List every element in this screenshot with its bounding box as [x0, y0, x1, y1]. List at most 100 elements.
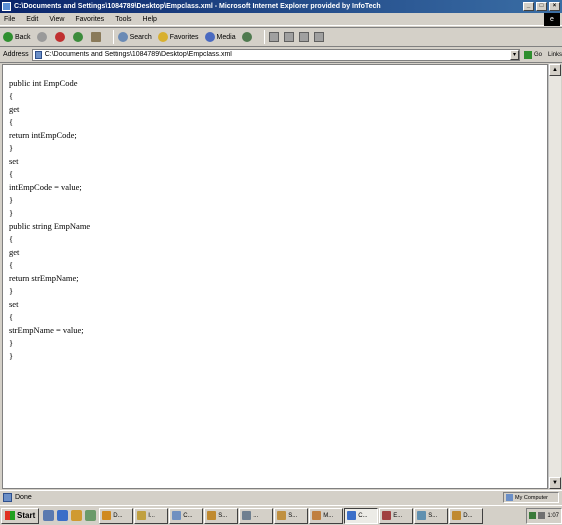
code-line: }: [9, 351, 14, 361]
menu-favorites[interactable]: Favorites: [75, 16, 104, 23]
start-button[interactable]: Start: [1, 507, 40, 524]
system-tray: 1:07: [526, 507, 562, 524]
code-line: {: [9, 234, 14, 244]
scroll-down-icon[interactable]: ▼: [549, 477, 561, 489]
links-button[interactable]: Links: [548, 52, 562, 58]
quicklaunch-desktop-icon[interactable]: [43, 510, 55, 521]
menu-view[interactable]: View: [49, 16, 64, 23]
menu-file[interactable]: File: [4, 16, 15, 23]
code-line: return strEmpName;: [9, 273, 79, 283]
favorites-star-icon: [157, 32, 168, 42]
window-app-icon: [172, 511, 182, 520]
back-button[interactable]: Back: [3, 32, 31, 42]
taskbar-window-button[interactable]: M...: [309, 507, 344, 524]
windows-logo-icon: [5, 511, 15, 520]
minimize-button[interactable]: _: [523, 2, 534, 11]
edit-icon[interactable]: [298, 32, 309, 42]
code-line: {: [9, 260, 14, 270]
window-app-icon: [417, 511, 427, 520]
zone-label: My Computer: [515, 494, 549, 501]
go-button[interactable]: Go: [523, 50, 542, 59]
scroll-up-icon[interactable]: ▲: [549, 64, 561, 76]
address-input[interactable]: C:\Documents and Settings\1084789\Deskto…: [31, 48, 520, 61]
taskbar-window-button[interactable]: C...: [344, 507, 379, 524]
taskbar-window-label: M...: [323, 512, 334, 519]
refresh-icon: [72, 32, 83, 42]
window-app-icon: [102, 511, 112, 520]
menu-edit[interactable]: Edit: [26, 16, 38, 23]
address-dropdown-icon[interactable]: ▾: [509, 49, 519, 60]
code-line: public string EmpName: [9, 221, 91, 231]
print-icon[interactable]: [283, 32, 294, 42]
taskbar-window-button[interactable]: S...: [274, 507, 309, 524]
history-icon: [241, 32, 252, 42]
taskbar-window-label: I...: [148, 512, 155, 519]
status-bar: Done My Computer: [0, 490, 562, 504]
status-text: Done: [15, 494, 32, 501]
discuss-icon[interactable]: [313, 32, 324, 42]
vertical-scrollbar[interactable]: ▲ ▼: [548, 64, 561, 489]
taskbar-window-button[interactable]: E...: [379, 507, 414, 524]
window-app-icon: [207, 511, 217, 520]
taskbar-window-button[interactable]: C...: [169, 507, 204, 524]
start-label: Start: [17, 511, 36, 520]
window-title: C:\Documents and Settings\1084789\Deskto…: [14, 3, 381, 10]
taskbar-window-label: S...: [218, 512, 228, 519]
page-done-icon: [3, 493, 12, 502]
media-label: Media: [216, 33, 236, 41]
code-line: get: [9, 104, 20, 114]
code-line: }: [9, 143, 14, 153]
media-button[interactable]: Media: [204, 32, 236, 42]
quicklaunch-outlook-icon[interactable]: [71, 510, 83, 521]
page-content[interactable]: public int EmpCode {get {return intEmpCode…: [2, 64, 548, 489]
tray-volume-icon[interactable]: [538, 512, 546, 519]
window-app-icon: [242, 511, 252, 520]
code-line: public int EmpCode: [9, 78, 78, 88]
taskbar-window-label: S...: [288, 512, 298, 519]
window-app-icon: [382, 511, 392, 520]
window-app-icon: [312, 511, 322, 520]
close-button[interactable]: ×: [549, 2, 560, 11]
stop-icon: [54, 32, 65, 42]
task-buttons: D... I... C... S...... S... M... C... E... S... D…: [99, 507, 484, 524]
taskbar-window-button[interactable]: ...: [239, 507, 274, 524]
menu-help[interactable]: Help: [143, 16, 157, 23]
search-button[interactable]: Search: [117, 32, 152, 42]
maximize-button[interactable]: □: [536, 2, 547, 11]
favorites-label: Favorites: [169, 33, 199, 41]
history-button[interactable]: [241, 32, 254, 42]
forward-arrow-icon: [36, 32, 47, 42]
go-arrow-icon: [523, 50, 532, 59]
quicklaunch-app-icon[interactable]: [85, 510, 97, 521]
code-line: set: [9, 299, 19, 309]
taskbar-window-button[interactable]: D...: [449, 507, 484, 524]
taskbar: Start D... I... C... S...... S... M... C... E..…: [0, 505, 562, 525]
taskbar-window-label: D...: [463, 512, 473, 519]
taskbar-window-button[interactable]: S...: [204, 507, 239, 524]
menu-tools[interactable]: Tools: [115, 16, 131, 23]
taskbar-window-button[interactable]: S...: [414, 507, 449, 524]
toolbar-separator: [263, 30, 265, 44]
stop-button[interactable]: [54, 32, 67, 42]
address-bar: Address C:\Documents and Settings\108478…: [0, 47, 562, 63]
forward-button[interactable]: [36, 32, 49, 42]
tray-network-icon[interactable]: [529, 512, 537, 519]
page-icon: [34, 50, 42, 59]
toolbar-separator: [112, 30, 114, 44]
home-button[interactable]: [90, 32, 103, 42]
window-app-icon: [137, 511, 147, 520]
taskbar-window-button[interactable]: D...: [99, 507, 134, 524]
taskbar-window-button[interactable]: I...: [134, 507, 169, 524]
favorites-button[interactable]: Favorites: [157, 32, 199, 42]
quicklaunch-ie-icon[interactable]: [57, 510, 69, 521]
code-line: {: [9, 312, 14, 322]
taskbar-window-label: C...: [358, 512, 368, 519]
refresh-button[interactable]: [72, 32, 85, 42]
ie-app-icon: [2, 2, 11, 11]
clock[interactable]: 1:07: [547, 513, 559, 519]
toolbar: Back Search Favorites Media: [0, 27, 562, 47]
back-arrow-icon: [3, 32, 13, 42]
mail-icon[interactable]: [268, 32, 279, 42]
code-line: }: [9, 195, 14, 205]
window-app-icon: [277, 511, 287, 520]
